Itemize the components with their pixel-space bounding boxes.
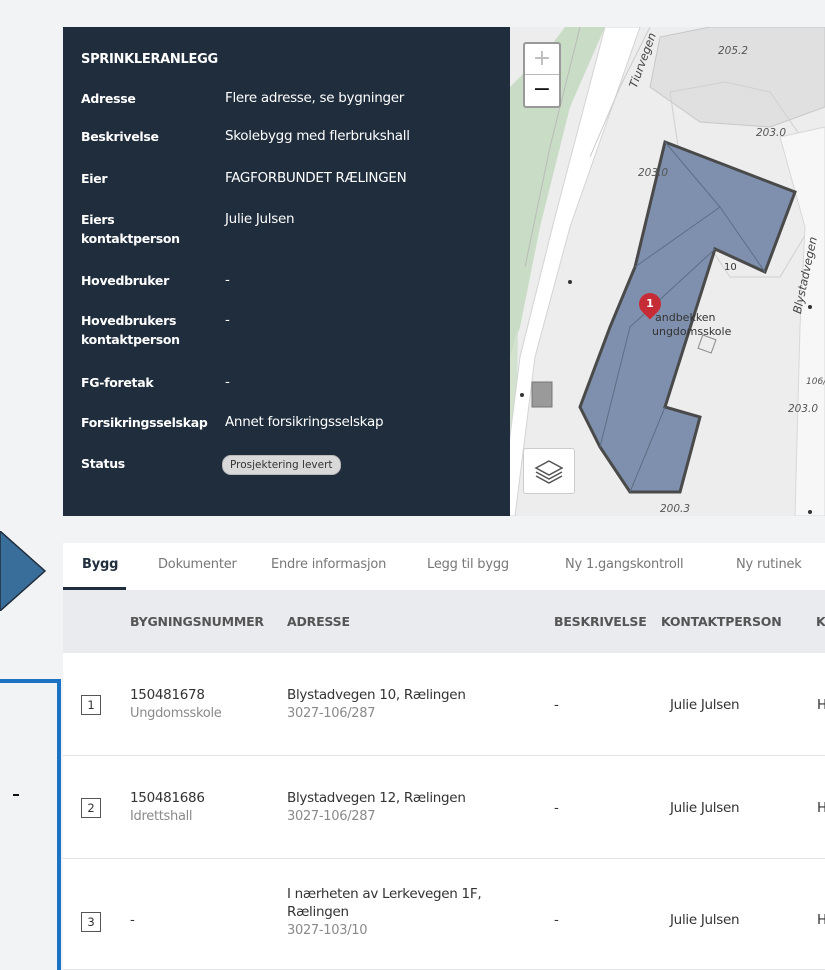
description: - (554, 912, 559, 928)
building-number: 150481686 (130, 790, 205, 806)
school-name-label: ungdomsskole (652, 325, 732, 338)
info-value: FAGFORBUNDET RÆLINGEN (225, 170, 407, 186)
cadastral-id: 3027-106/287 (287, 809, 376, 824)
facility-info-panel: SPRINKLERANLEGG Adresse Flere adresse, s… (63, 27, 510, 516)
tab-dokumenter[interactable]: Dokumenter (158, 557, 237, 572)
description: - (554, 800, 559, 816)
info-label: Hovedbrukers kontaktperson (81, 313, 180, 347)
zoom-in-button[interactable]: + (525, 44, 559, 75)
info-value: Skolebygg med flerbrukshall (225, 128, 410, 144)
tab-legg-til-bygg[interactable]: Legg til bygg (427, 557, 509, 572)
info-label: Forsikringsselskap (81, 415, 208, 430)
info-label: FG-foretak (81, 375, 154, 390)
tab-bygg[interactable]: Bygg (82, 557, 118, 572)
house-number-label: 10 (724, 262, 737, 273)
map-elevation-label: 205.2 (718, 45, 749, 57)
address: I nærheten av Lerkevegen 1F, (287, 886, 482, 902)
row-number: 3 (81, 912, 101, 932)
info-value: Annet forsikringsselskap (225, 414, 384, 430)
zoom-controls: + − (523, 42, 561, 108)
column-header-kontaktperson[interactable]: KONTAKTPERSON (661, 614, 782, 629)
address: Blystadvegen 10, Rælingen (287, 687, 466, 703)
tab-endre-informasjon[interactable]: Endre informasjon (271, 557, 386, 572)
cadastral-id: 3027-106/287 (287, 706, 376, 721)
contact-person: Julie Julsen (670, 912, 740, 928)
annotation-tick (13, 794, 19, 796)
k-cell: H (817, 697, 825, 713)
map-elevation-label: 203.0 (788, 403, 819, 415)
info-label: Beskrivelse (81, 129, 159, 144)
contact-person: Julie Julsen (670, 697, 740, 713)
tab-bar: Bygg Dokumenter Endre informasjon Legg t… (63, 543, 825, 591)
tab-ny-1-gangskontroll[interactable]: Ny 1.gangskontroll (565, 557, 684, 572)
info-value: Julie Julsen (225, 211, 295, 227)
tab-ny-rutinekontroll[interactable]: Ny rutinek (736, 557, 802, 572)
building-number: - (130, 912, 135, 928)
info-value: - (225, 312, 230, 328)
info-label: Status (81, 456, 125, 471)
row-number: 1 (81, 695, 101, 715)
address-line-2: Rælingen (287, 904, 349, 920)
table-header: BYGNINGSNUMMER ADRESSE BESKRIVELSE KONTA… (63, 590, 825, 653)
info-value: - (225, 374, 230, 390)
zoom-out-button[interactable]: − (525, 75, 559, 105)
info-label: Eiers kontaktperson (81, 212, 180, 246)
map-marker-label: 1 (646, 297, 654, 310)
cadastral-id: 3027-103/10 (287, 923, 368, 938)
info-value: Flere adresse, se bygninger (225, 90, 404, 106)
contact-person: Julie Julsen (670, 800, 740, 816)
table-row[interactable]: 3 - I nærheten av Lerkevegen 1F, Rælinge… (63, 859, 825, 970)
school-name-label: andbekken (655, 311, 716, 324)
pointer-arrow-icon (0, 531, 47, 611)
k-cell: H (817, 800, 825, 816)
status-badge: Prosjektering levert (222, 455, 341, 475)
row-number: 2 (81, 798, 101, 818)
map-elevation-label: 203.0 (638, 167, 669, 179)
annotation-frame (0, 679, 61, 970)
info-label: Hovedbruker (81, 273, 169, 288)
info-label: Eier (81, 171, 108, 186)
description: - (554, 697, 559, 713)
table-row[interactable]: 1 150481678 Ungdomsskole Blystadvegen 10… (63, 653, 825, 756)
info-label: Adresse (81, 91, 136, 106)
map-elevation-label: 200.3 (660, 503, 691, 515)
column-header-beskrivelse[interactable]: BESKRIVELSE (554, 614, 647, 629)
address: Blystadvegen 12, Rælingen (287, 790, 466, 806)
map-elevation-label: 203.0 (756, 127, 787, 139)
map-view[interactable]: + − 205.2 203.0 203.0 106/2 203.0 200.3 … (510, 27, 825, 516)
table-row[interactable]: 2 150481686 Idrettshall Blystadvegen 12,… (63, 756, 825, 859)
layers-icon (534, 460, 564, 484)
layers-button[interactable] (523, 448, 575, 494)
building-type: Ungdomsskole (130, 706, 222, 721)
column-header-bygningsnummer[interactable]: BYGNINGSNUMMER (130, 614, 264, 629)
building-type: Idrettshall (130, 809, 193, 824)
map-plot-label: 106/2 (806, 377, 825, 387)
k-cell: H (817, 912, 825, 928)
info-value: - (225, 272, 230, 288)
column-header-adresse[interactable]: ADRESSE (287, 614, 350, 629)
panel-title: SPRINKLERANLEGG (81, 52, 218, 67)
building-number: 150481678 (130, 687, 205, 703)
column-header-k[interactable]: K (816, 614, 825, 629)
